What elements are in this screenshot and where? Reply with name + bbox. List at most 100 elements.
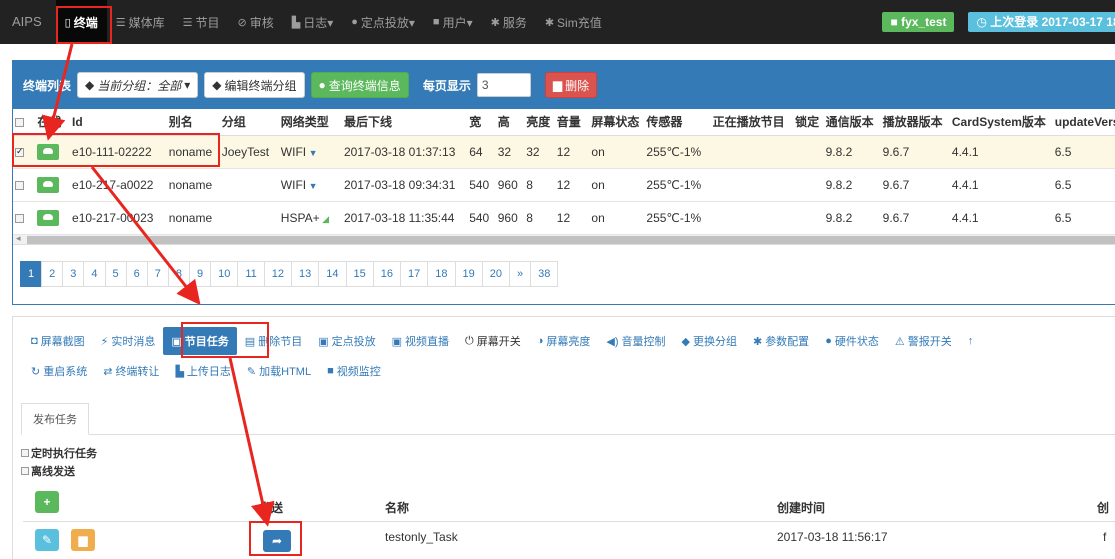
column-header[interactable]: 高 [495,109,525,136]
brand-logo[interactable]: AIPS [0,0,56,44]
page-link[interactable]: 5 [104,260,127,287]
control-row1-12[interactable]: ⚠ 警报开关 [887,326,960,356]
scheduled-task-option[interactable]: 定时执行任务 [21,445,97,461]
column-header[interactable]: 亮度 [524,109,555,136]
control-row1-3[interactable]: ▤ 删除节目 [237,326,310,356]
control-row1-9[interactable]: ◆ 更换分组 [674,326,745,356]
page-link[interactable]: 13 [291,260,320,287]
nav-media-library[interactable]: ☰ 媒体库 [107,0,174,44]
page-link[interactable]: 4 [83,260,106,287]
page-size-input[interactable] [476,73,531,97]
control-row1-0[interactable]: ◘ 屏幕截图 [23,326,93,356]
add-task-button[interactable]: + [35,491,59,513]
checkbox[interactable] [15,118,24,128]
nav-sim-recharge[interactable]: ✱ Sim充值 [536,0,611,44]
nav-terminal[interactable]: ▯ 终端 [55,0,107,44]
checkbox[interactable] [15,213,24,223]
table-row[interactable]: e10-217-00023 noname HSPA+ ◢ 2017-03-18 11:… [13,201,1115,235]
control-row2-0[interactable]: ↻ 重启系统 [23,356,95,386]
nav-user[interactable]: ■ 用户▾ [424,0,482,44]
control-row2-3[interactable]: ✎ 加载HTML [239,356,319,386]
column-header[interactable]: 网络类型 [278,109,342,136]
column-header[interactable]: Id [70,109,167,136]
table-row[interactable]: e10-217-a0022 noname WIFI ▼ 2017-03-18 09:3… [13,168,1115,202]
send-task-button[interactable]: ➦ [263,530,291,552]
page-link[interactable]: 6 [125,260,148,287]
control-row2-1[interactable]: ⇄ 终端转让 [95,356,167,386]
control-row1-10[interactable]: ✱ 参数配置 [745,326,817,356]
page-link[interactable]: 17 [400,260,429,287]
page-link[interactable]: 16 [372,260,402,287]
page-link[interactable]: 2 [41,260,64,287]
page-link[interactable]: 20 [481,260,511,287]
horizontal-scrollbar[interactable]: ◂ [13,233,1115,245]
table-row[interactable]: e10-111-02222nonameJoeyTestWIFI ▼2017-03… [13,135,1115,169]
scrollbar-thumb[interactable] [27,235,1115,244]
edit-terminal-group-button[interactable]: ◆ 编辑终端分组 [204,72,305,98]
control-row1-5[interactable]: ▣ 视频直播 [384,326,457,356]
page-link[interactable]: 18 [427,260,456,287]
column-header[interactable]: updateVersi [1052,109,1115,136]
page-link[interactable]: 14 [318,260,347,287]
page-link[interactable]: 9 [189,260,212,287]
select-all-checkbox[interactable] [13,109,36,136]
column-header[interactable]: 最后下线 [341,109,468,136]
control-row1-2[interactable]: ▣ 节目任务 [163,327,237,355]
delete-button[interactable]: ▆ 删除 [544,72,598,98]
control-row1-6[interactable]: ⏻ 屏幕开关 [457,326,529,356]
nav-service[interactable]: ✱ 服务 [482,0,536,44]
control-row1-7[interactable]: ◑ 屏幕亮度 [529,326,599,356]
column-header[interactable]: 通信版本 [823,109,881,136]
page-link[interactable]: 1 [20,260,43,287]
column-header[interactable]: 屏幕状态 [589,109,645,136]
column-header[interactable]: 锁定 [793,109,824,136]
page-link[interactable]: 38 [530,260,559,287]
group-filter-dropdown[interactable]: ◆ 当前分组：全部 ▾ [77,72,199,98]
checkbox[interactable] [15,180,24,190]
offline-send-option[interactable]: 离线发送 [21,463,75,479]
control-row1-11[interactable]: ● 硬件状态 [817,326,887,356]
page-link[interactable]: 3 [62,260,85,287]
checkbox[interactable] [15,146,24,157]
edit-task-button[interactable]: ✎ [35,529,59,551]
control-row1-1[interactable]: ⚡ 实时消息 [93,326,164,356]
last-login-text: 上次登录 2017-03-17 18:06 [990,15,1115,29]
row-select-cell[interactable] [13,168,36,202]
nav-review[interactable]: ⊘ 审核 [228,0,282,44]
control-row2-2[interactable]: ▙ 上传日志 [167,356,238,386]
page-link[interactable]: 8 [167,260,190,287]
column-header[interactable]: 音量 [554,109,590,136]
nav-log[interactable]: ▙ 日志▾ [283,0,343,44]
page-link[interactable]: » [509,260,532,287]
tag-icon: ◆ [85,78,95,92]
control-row2-4[interactable]: ■ 视频监控 [319,356,389,386]
checkbox[interactable] [21,449,29,457]
control-row1-4[interactable]: ▣ 定点投放 [310,326,383,356]
column-header[interactable]: 传感器 [644,109,711,136]
page-link[interactable]: 15 [345,260,374,287]
column-header[interactable]: CardSystem版本 [949,109,1053,136]
page-link[interactable]: 7 [146,260,169,287]
user-badge[interactable]: ■ fyx_test [882,12,955,32]
row-select-cell[interactable] [13,201,36,235]
page-link[interactable]: 19 [454,260,483,287]
page-link[interactable]: 12 [263,260,293,287]
delete-task-button[interactable]: ▆ [71,529,95,551]
page-link[interactable]: 10 [210,260,239,287]
column-header[interactable]: 播放器版本 [880,109,950,136]
column-header[interactable]: 别名 [166,109,220,136]
column-header[interactable]: 在线 [35,109,71,136]
column-header[interactable]: 分组 [219,109,279,136]
control-row1-8[interactable]: ◀) 音量控制 [598,326,673,356]
tab-publish-task[interactable]: 发布任务 [21,403,89,435]
column-header[interactable]: 正在播放节目 [710,109,794,136]
control-row1-13[interactable]: ↑ [960,326,985,356]
query-terminal-info-button[interactable]: ● 查询终端信息 [310,72,409,98]
scroll-left-arrow-icon[interactable]: ◂ [16,233,21,244]
nav-program[interactable]: ☰ 节目 [174,0,229,44]
checkbox[interactable] [21,467,29,475]
nav-targeted-delivery[interactable]: ● 定点投放▾ [342,0,424,44]
column-header[interactable]: 宽 [467,109,496,136]
row-select-cell[interactable] [13,135,36,169]
page-link[interactable]: 11 [237,260,265,287]
